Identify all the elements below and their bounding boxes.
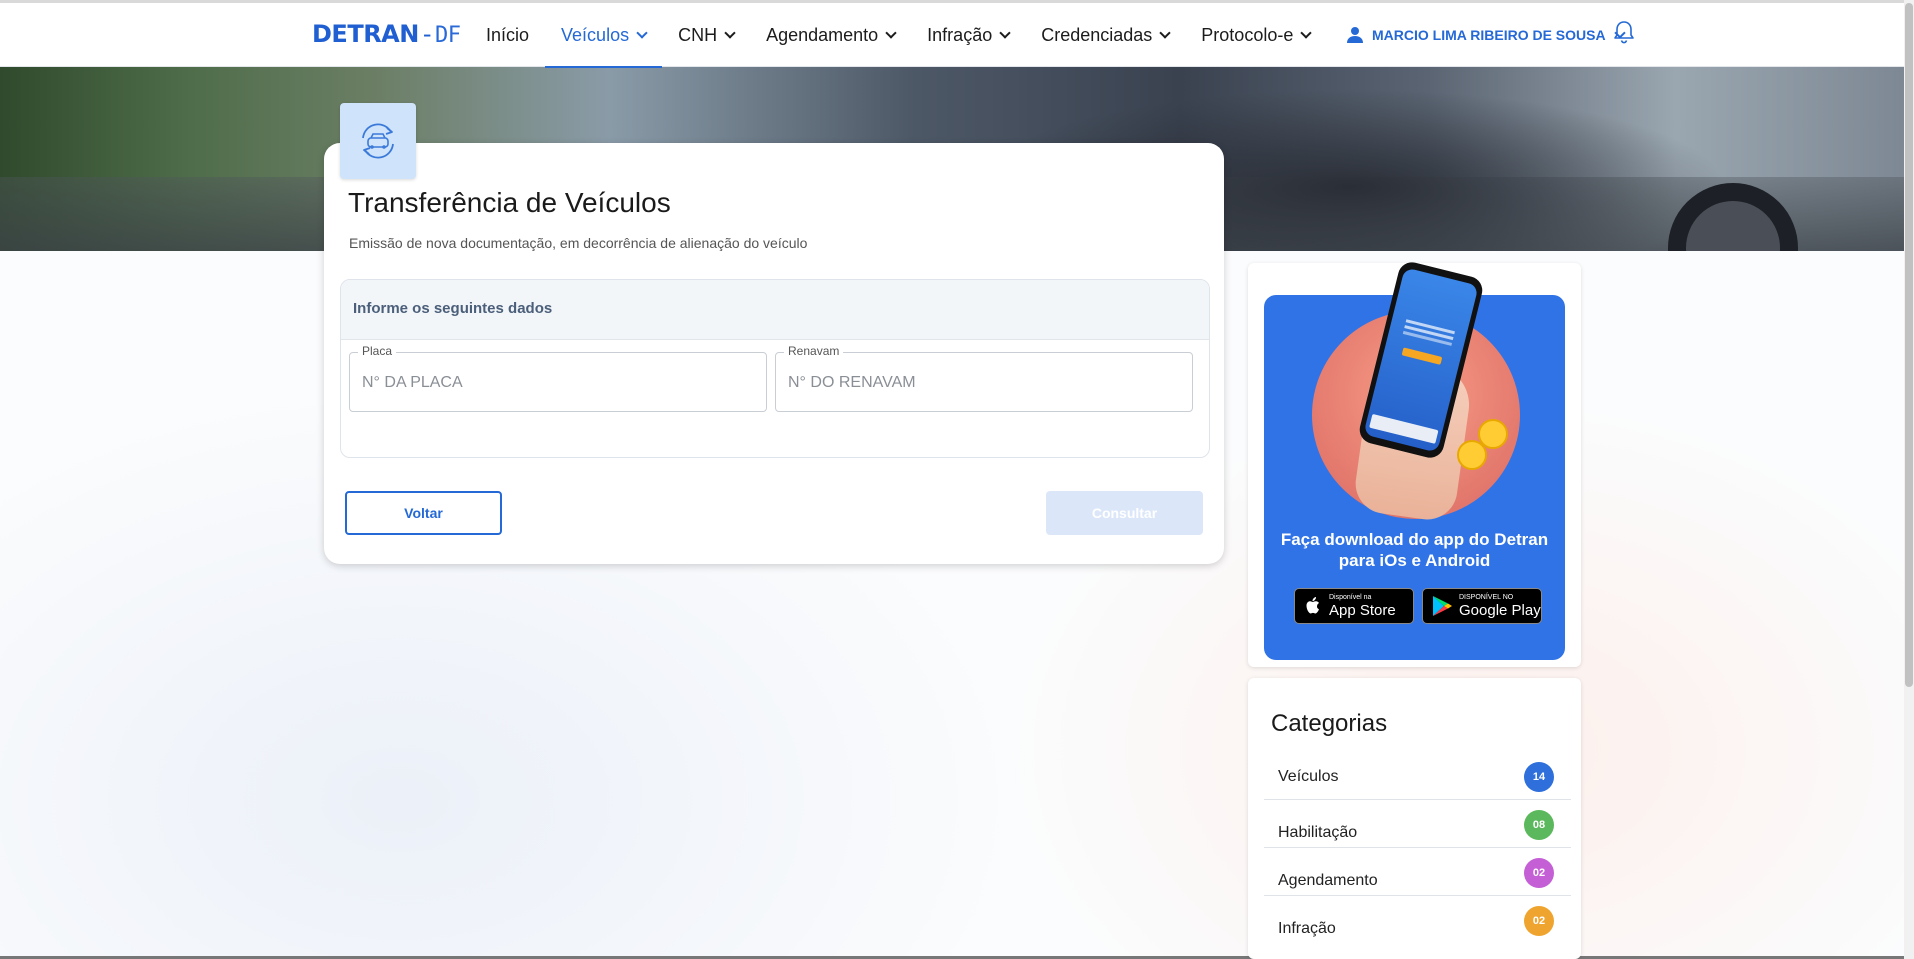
category-item-habilitacao[interactable]: Habilitação 08 <box>1264 800 1571 848</box>
nav-item-agendamento[interactable]: Agendamento <box>750 3 911 67</box>
placa-label: Placa <box>358 344 397 358</box>
google-play-small: DISPONÍVEL NO <box>1459 593 1514 601</box>
nav-item-inicio[interactable]: Início <box>470 3 545 67</box>
chevron-down-icon <box>724 26 736 39</box>
categories-panel: Categorias Veículos 14 Habilitação 08 Ag… <box>1248 678 1581 959</box>
nav-item-label: CNH <box>678 24 718 45</box>
nav-item-label: Credenciadas <box>1041 24 1153 45</box>
user-name: MARCIO LIMA RIBEIRO DE SOUSA <box>1372 27 1606 43</box>
phone-tabbar <box>1369 413 1439 444</box>
detran-logo[interactable]: DETRAN - DF <box>312 20 461 48</box>
chevron-down-icon <box>999 26 1011 39</box>
consultar-button[interactable]: Consultar <box>1046 491 1203 535</box>
categories-title: Categorias <box>1271 710 1388 737</box>
category-name: Infração <box>1278 920 1336 937</box>
nav-item-label: Infração <box>927 24 993 45</box>
heart-eyes-emoji-icon <box>1457 440 1487 470</box>
count-badge: 02 <box>1524 906 1554 936</box>
chevron-down-icon <box>1159 26 1171 39</box>
form-heading: Informe os seguintes dados <box>341 280 1209 340</box>
nav-item-label: Início <box>486 24 530 45</box>
app-store-button[interactable]: Disponível na App Store <box>1294 588 1414 624</box>
person-icon <box>1347 27 1363 43</box>
nav-item-protocolo-e[interactable]: Protocolo-e <box>1185 3 1326 67</box>
logo-separator: - <box>422 20 432 48</box>
bell-icon[interactable] <box>1613 20 1635 49</box>
count-badge: 02 <box>1524 858 1554 888</box>
app-promo-panel: Faça download do app do Detran para iOs … <box>1248 259 1581 667</box>
apple-icon <box>1306 597 1319 614</box>
google-play-icon <box>1433 596 1452 616</box>
count-badge: 08 <box>1524 810 1554 840</box>
logo-suffix: DF <box>435 23 461 48</box>
car-transfer-icon <box>340 103 416 179</box>
top-navbar: DETRAN - DF Início Veículos CNH Agendament… <box>0 3 1904 68</box>
logo-main: DETRAN <box>312 20 419 48</box>
nav-item-credenciadas[interactable]: Credenciadas <box>1025 3 1185 67</box>
user-menu[interactable]: MARCIO LIMA RIBEIRO DE SOUSA <box>1346 3 1626 67</box>
app-promo-banner[interactable]: Faça download do app do Detran para iOs … <box>1264 259 1565 660</box>
nav-item-veiculos[interactable]: Veículos <box>545 3 663 68</box>
back-button[interactable]: Voltar <box>345 491 502 535</box>
category-name: Veículos <box>1278 768 1339 785</box>
category-name: Agendamento <box>1278 872 1378 889</box>
google-play-button[interactable]: DISPONÍVEL NO Google Play <box>1422 588 1542 624</box>
nav-item-infracao[interactable]: Infração <box>911 3 1025 67</box>
phone-button <box>1401 347 1443 365</box>
category-item-agendamento[interactable]: Agendamento 02 <box>1264 848 1571 896</box>
placa-placeholder: N° DA PLACA <box>362 374 463 391</box>
nav-item-cnh[interactable]: CNH <box>662 3 750 67</box>
count-badge: 14 <box>1524 762 1554 792</box>
placa-field[interactable]: Placa N° DA PLACA <box>349 344 767 412</box>
nav-item-label: Protocolo-e <box>1201 24 1294 45</box>
chevron-down-icon <box>1300 26 1313 39</box>
page-subtitle: Emissão de nova documentação, em decorrê… <box>349 235 808 251</box>
chevron-down-icon <box>636 26 648 39</box>
service-card: Transferência de Veículos Emissão de nov… <box>324 143 1224 564</box>
category-name: Habilitação <box>1278 824 1358 841</box>
main-nav: Início Veículos CNH Agendamento Infração… <box>470 3 1326 68</box>
category-item-veiculos[interactable]: Veículos 14 <box>1264 752 1571 800</box>
app-promo-text: Faça download do app do Detran para iOs … <box>1280 530 1549 570</box>
scrollbar-thumb[interactable] <box>1905 3 1913 687</box>
form-panel: Informe os seguintes dados Placa N° DA P… <box>340 279 1210 458</box>
page-title: Transferência de Veículos <box>348 187 671 218</box>
renavam-label: Renavam <box>784 344 844 358</box>
app-store-big: App Store <box>1329 601 1396 619</box>
nav-item-label: Veículos <box>561 24 630 45</box>
google-play-big: Google Play <box>1459 601 1541 619</box>
phone-text <box>1405 319 1455 335</box>
category-item-infracao[interactable]: Infração 02 <box>1264 896 1571 944</box>
chevron-down-icon <box>885 26 897 39</box>
renavam-placeholder: N° DO RENAVAM <box>788 374 916 391</box>
nav-item-label: Agendamento <box>766 24 879 45</box>
app-store-small: Disponível na <box>1329 593 1372 601</box>
renavam-field[interactable]: Renavam N° DO RENAVAM <box>775 344 1193 412</box>
